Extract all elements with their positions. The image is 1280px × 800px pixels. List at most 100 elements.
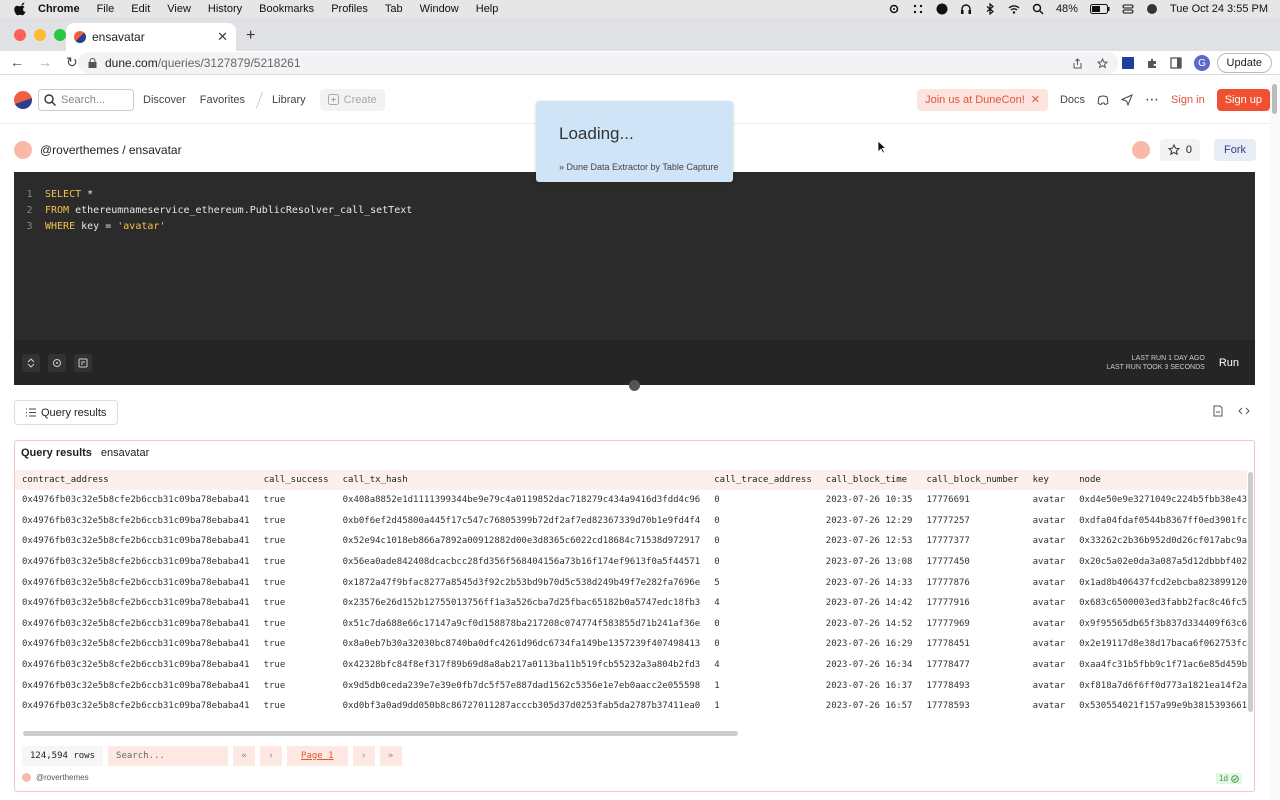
- nav-discover[interactable]: Discover: [143, 94, 186, 106]
- dune-logo[interactable]: [14, 90, 32, 109]
- column-header-contract-address[interactable]: contract_address: [15, 470, 257, 490]
- results-table-wrapper[interactable]: contract_address call_success call_tx_hash…: [15, 470, 1247, 730]
- profile-avatar[interactable]: G: [1194, 55, 1210, 71]
- next-page-icon[interactable]: ›: [352, 746, 375, 766]
- tab-close-icon[interactable]: ✕: [217, 29, 228, 45]
- dunecon-banner-button[interactable]: Join us at DuneCon! ✕: [917, 88, 1048, 111]
- column-header-call-block-number[interactable]: call_block_number: [919, 470, 1026, 490]
- bookmark-star-icon[interactable]: [1097, 57, 1108, 69]
- docs-link[interactable]: Docs: [1060, 94, 1085, 106]
- fork-button[interactable]: Fork: [1214, 139, 1256, 161]
- format-icon[interactable]: [74, 353, 92, 372]
- minimize-window-button[interactable]: [34, 29, 46, 41]
- more-icon[interactable]: ⋯: [1145, 91, 1159, 108]
- table-search-input[interactable]: Search...: [108, 746, 229, 766]
- browser-tab[interactable]: ensavatar ✕: [66, 23, 236, 51]
- column-header-call-block-time[interactable]: call_block_time: [818, 470, 920, 490]
- column-header-node[interactable]: node: [1072, 470, 1247, 490]
- shazam-icon[interactable]: [936, 3, 948, 15]
- table-row[interactable]: 0x4976fb03c32e5b8cfe2b6ccb31c09ba78ebaba…: [15, 531, 1247, 552]
- settings-icon[interactable]: [48, 353, 66, 372]
- page-scrollbar-thumb[interactable]: [1272, 84, 1277, 114]
- sql-editor[interactable]: 1 SELECT * 2 FROM ethereumnameservice_ethe…: [14, 172, 1255, 385]
- back-arrow-icon[interactable]: ←: [10, 54, 24, 71]
- share-icon[interactable]: [1072, 57, 1083, 69]
- grid-icon[interactable]: [912, 3, 924, 15]
- menu-app-name[interactable]: Chrome: [38, 3, 80, 15]
- new-tab-plus-icon[interactable]: +: [246, 27, 255, 45]
- menu-profiles[interactable]: Profiles: [331, 3, 368, 15]
- search-input[interactable]: Search...: [38, 88, 134, 111]
- gear-icon[interactable]: [888, 3, 900, 15]
- table-row[interactable]: 0x4976fb03c32e5b8cfe2b6ccb31c09ba78ebaba…: [15, 634, 1247, 655]
- menu-bookmarks[interactable]: Bookmarks: [259, 3, 314, 15]
- maximize-window-button[interactable]: [54, 29, 66, 41]
- column-header-call-tx-hash[interactable]: call_tx_hash: [335, 470, 708, 490]
- table-row[interactable]: 0x4976fb03c32e5b8cfe2b6ccb31c09ba78ebaba…: [15, 511, 1247, 532]
- update-button[interactable]: Update: [1216, 53, 1272, 73]
- prev-page-icon[interactable]: ‹: [260, 746, 283, 766]
- close-window-button[interactable]: [14, 29, 26, 41]
- vertical-scroll-thumb[interactable]: [1248, 472, 1253, 712]
- battery-icon[interactable]: [1089, 3, 1110, 14]
- sign-in-link[interactable]: Sign in: [1171, 94, 1205, 106]
- menu-help[interactable]: Help: [476, 3, 499, 15]
- puzzle-extensions-icon[interactable]: [1146, 57, 1158, 69]
- spotlight-search-icon[interactable]: [1032, 3, 1044, 15]
- table-row[interactable]: 0x4976fb03c32e5b8cfe2b6ccb31c09ba78ebaba…: [15, 655, 1247, 676]
- table-row[interactable]: 0x4976fb03c32e5b8cfe2b6ccb31c09ba78ebaba…: [15, 572, 1247, 593]
- table-row[interactable]: 0x4976fb03c32e5b8cfe2b6ccb31c09ba78ebaba…: [15, 552, 1247, 573]
- extension-icon[interactable]: [1122, 57, 1134, 69]
- column-header-call-trace-address[interactable]: call_trace_address: [707, 470, 819, 490]
- apple-icon[interactable]: [14, 2, 28, 16]
- user-avatar[interactable]: [1131, 141, 1150, 159]
- send-icon[interactable]: [1121, 93, 1133, 106]
- close-icon[interactable]: ✕: [1031, 93, 1040, 106]
- table-row[interactable]: 0x4976fb03c32e5b8cfe2b6ccb31c09ba78ebaba…: [15, 490, 1247, 511]
- siri-icon[interactable]: [1146, 3, 1158, 15]
- star-button[interactable]: 0: [1159, 139, 1200, 161]
- clock[interactable]: Tue Oct 24 3:55 PM: [1170, 3, 1268, 15]
- menu-tab[interactable]: Tab: [385, 3, 403, 15]
- menu-edit[interactable]: Edit: [131, 3, 150, 15]
- table-row[interactable]: 0x4976fb03c32e5b8cfe2b6ccb31c09ba78ebaba…: [15, 593, 1247, 614]
- current-page[interactable]: Page 1: [287, 746, 348, 766]
- resize-handle[interactable]: [629, 380, 640, 391]
- forward-arrow-icon[interactable]: →: [38, 54, 52, 71]
- column-header-key[interactable]: key: [1025, 470, 1073, 490]
- sign-up-button[interactable]: Sign up: [1216, 88, 1270, 111]
- sidebar-icon[interactable]: [1170, 57, 1182, 69]
- wifi-icon[interactable]: [1008, 3, 1020, 15]
- column-header-call-success[interactable]: call_success: [256, 470, 336, 490]
- query-results-tab[interactable]: Query results: [14, 400, 119, 425]
- page-scrollbar[interactable]: [1270, 76, 1280, 800]
- horizontal-scroll-thumb[interactable]: [23, 731, 738, 736]
- lock-icon[interactable]: [88, 58, 97, 68]
- table-row[interactable]: 0x4976fb03c32e5b8cfe2b6ccb31c09ba78ebaba…: [15, 696, 1247, 717]
- embed-code-icon[interactable]: [1238, 405, 1250, 417]
- footer-user[interactable]: @roverthemes: [36, 773, 89, 782]
- nav-library[interactable]: Library: [272, 94, 306, 106]
- table-row[interactable]: 0x4976fb03c32e5b8cfe2b6ccb31c09ba78ebaba…: [15, 675, 1247, 696]
- table-row[interactable]: 0x4976fb03c32e5b8cfe2b6ccb31c09ba78ebaba…: [15, 614, 1247, 635]
- menu-window[interactable]: Window: [420, 3, 459, 15]
- nav-favorites[interactable]: Favorites: [200, 94, 245, 106]
- query-title[interactable]: @roverthemes / ensavatar: [40, 143, 182, 157]
- reload-icon[interactable]: ↻: [66, 54, 78, 71]
- menu-history[interactable]: History: [208, 3, 242, 15]
- last-page-icon[interactable]: »: [379, 746, 402, 766]
- address-bar[interactable]: dune.com/queries/3127879/5218261: [78, 52, 1118, 74]
- run-button[interactable]: Run: [1219, 357, 1239, 369]
- extension-credit-link[interactable]: » Dune Data Extractor by Table Capture: [559, 162, 718, 172]
- first-page-icon[interactable]: «: [233, 746, 256, 766]
- control-center-icon[interactable]: [1122, 3, 1134, 15]
- headphones-icon[interactable]: [960, 3, 972, 15]
- table-horizontal-scrollbar[interactable]: [15, 730, 1254, 738]
- menu-view[interactable]: View: [167, 3, 191, 15]
- expand-icon[interactable]: [22, 353, 40, 372]
- bluetooth-icon[interactable]: [984, 2, 996, 15]
- download-csv-icon[interactable]: [1212, 405, 1224, 417]
- table-vertical-scrollbar[interactable]: [1247, 470, 1254, 730]
- menu-file[interactable]: File: [97, 3, 115, 15]
- owner-avatar[interactable]: [14, 141, 32, 159]
